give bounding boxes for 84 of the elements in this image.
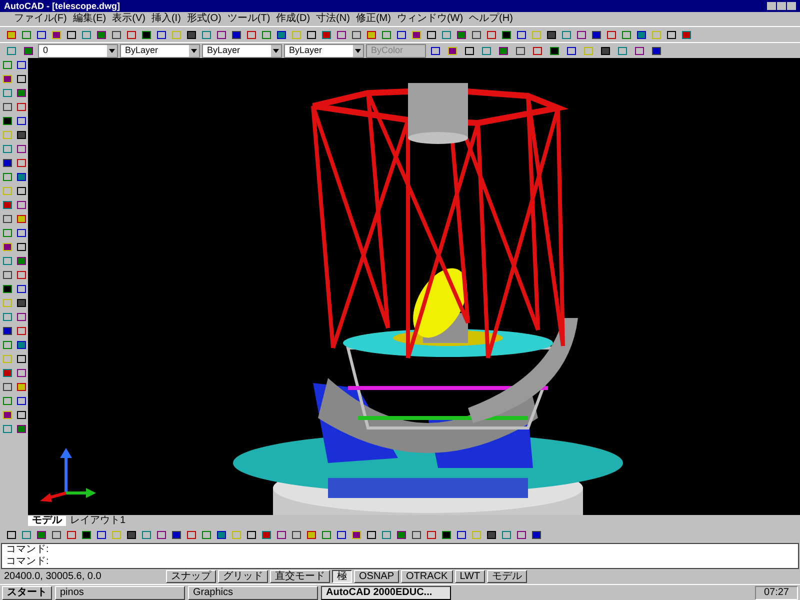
taskbar-button[interactable]: AutoCAD 2000EDUC... — [321, 586, 451, 600]
menu-item[interactable]: ツール(T) — [227, 14, 270, 24]
tool-button[interactable] — [514, 528, 529, 542]
tool-button[interactable] — [169, 528, 184, 542]
tool-button[interactable] — [334, 528, 349, 542]
tool-button[interactable] — [4, 528, 19, 542]
start-button[interactable]: スタート — [2, 586, 52, 600]
tool-button[interactable] — [0, 324, 15, 338]
tool-button[interactable] — [14, 128, 29, 142]
ucs-axis-icon — [40, 448, 96, 503]
menu-item[interactable]: 挿入(I) — [151, 14, 181, 24]
menu-item[interactable]: ヘルプ(H) — [469, 14, 513, 24]
caret-icon — [273, 48, 279, 52]
status-toggle[interactable]: OSNAP — [354, 570, 400, 583]
tool-button[interactable] — [14, 296, 29, 310]
tool-button[interactable] — [0, 408, 15, 422]
dropdown-arrow-button[interactable] — [271, 44, 281, 56]
dropdown[interactable]: 0 — [38, 44, 118, 58]
menu-item[interactable]: 編集(E) — [72, 14, 106, 24]
tool-button[interactable] — [154, 528, 169, 542]
status-toggle[interactable]: OTRACK — [401, 570, 453, 583]
tool-button[interactable] — [214, 528, 229, 542]
tool-button[interactable] — [454, 528, 469, 542]
caret-icon — [191, 48, 197, 52]
coordinates-readout: 20400.0, 30005.6, 0.0 — [4, 570, 102, 584]
caret-icon — [355, 48, 361, 52]
command-line: コマンド: — [6, 544, 50, 556]
menu-item[interactable]: ウィンドウ(W) — [396, 14, 464, 24]
tool-button[interactable] — [14, 380, 29, 394]
tool-button[interactable] — [34, 528, 49, 542]
dropdown[interactable]: ByLayer — [120, 44, 200, 58]
status-toggle[interactable]: スナップ — [166, 570, 216, 583]
menu-item[interactable]: ファイル(F) — [14, 14, 67, 24]
dropdown-arrow-button[interactable] — [189, 44, 199, 56]
caret-icon — [109, 48, 115, 52]
menu-item[interactable]: 形式(O) — [186, 14, 222, 24]
tool-button[interactable] — [14, 338, 29, 352]
menu-item[interactable]: 修正(M) — [356, 14, 391, 24]
tool-button[interactable] — [79, 528, 94, 542]
tool-button[interactable] — [409, 528, 424, 542]
tool-button[interactable] — [484, 528, 499, 542]
status-toggle[interactable]: グリッド — [218, 570, 268, 583]
window-title: AutoCAD - [telescope.dwg] — [4, 2, 120, 10]
tool-button[interactable] — [14, 422, 29, 436]
tool-button[interactable] — [0, 72, 15, 86]
menu-item[interactable]: 作成(D) — [276, 14, 310, 24]
tool-button[interactable] — [14, 254, 29, 268]
tool-button[interactable] — [274, 528, 289, 542]
clock: 07:27 — [764, 588, 789, 598]
tool-button[interactable] — [289, 528, 304, 542]
status-toggle[interactable]: 極 — [332, 570, 352, 583]
tool-button[interactable] — [0, 114, 15, 128]
tool-button[interactable] — [14, 86, 29, 100]
tool-button[interactable] — [0, 212, 15, 226]
tool-button[interactable] — [0, 268, 15, 282]
status-toggle[interactable]: LWT — [454, 570, 486, 583]
tool-button[interactable] — [49, 528, 64, 542]
tool-button[interactable] — [244, 528, 259, 542]
tool-button[interactable] — [349, 528, 364, 542]
taskbar-button[interactable]: pinos — [55, 586, 185, 600]
dropdown-arrow-button[interactable] — [353, 44, 363, 56]
tool-button[interactable] — [0, 156, 15, 170]
dropdown[interactable]: ByLayer — [202, 44, 282, 58]
tool-button[interactable] — [14, 170, 29, 184]
tool-button[interactable] — [439, 528, 454, 542]
command-line: コマンド: — [6, 556, 50, 568]
tool-button[interactable] — [529, 528, 544, 542]
tool-button[interactable] — [0, 380, 15, 394]
tool-button[interactable] — [0, 282, 15, 296]
tool-button[interactable] — [394, 528, 409, 542]
tool-button[interactable] — [124, 528, 139, 542]
menu-item[interactable]: 寸法(N) — [316, 14, 350, 24]
status-toggle[interactable]: モデル — [487, 570, 528, 583]
tool-button[interactable] — [94, 528, 109, 542]
tool-button[interactable] — [0, 100, 15, 114]
dropdown-arrow-button[interactable] — [107, 44, 117, 56]
tool-button[interactable] — [14, 212, 29, 226]
taskbar-button[interactable]: Graphics — [188, 586, 318, 600]
dropdown[interactable]: ByLayer — [284, 44, 364, 58]
tool-button[interactable] — [0, 240, 15, 254]
status-toggle[interactable]: 直交モード — [270, 570, 330, 583]
menu-item[interactable]: 表示(V) — [112, 14, 146, 24]
layout-tab[interactable]: モデル — [28, 516, 66, 526]
tool-button[interactable] — [364, 528, 379, 542]
